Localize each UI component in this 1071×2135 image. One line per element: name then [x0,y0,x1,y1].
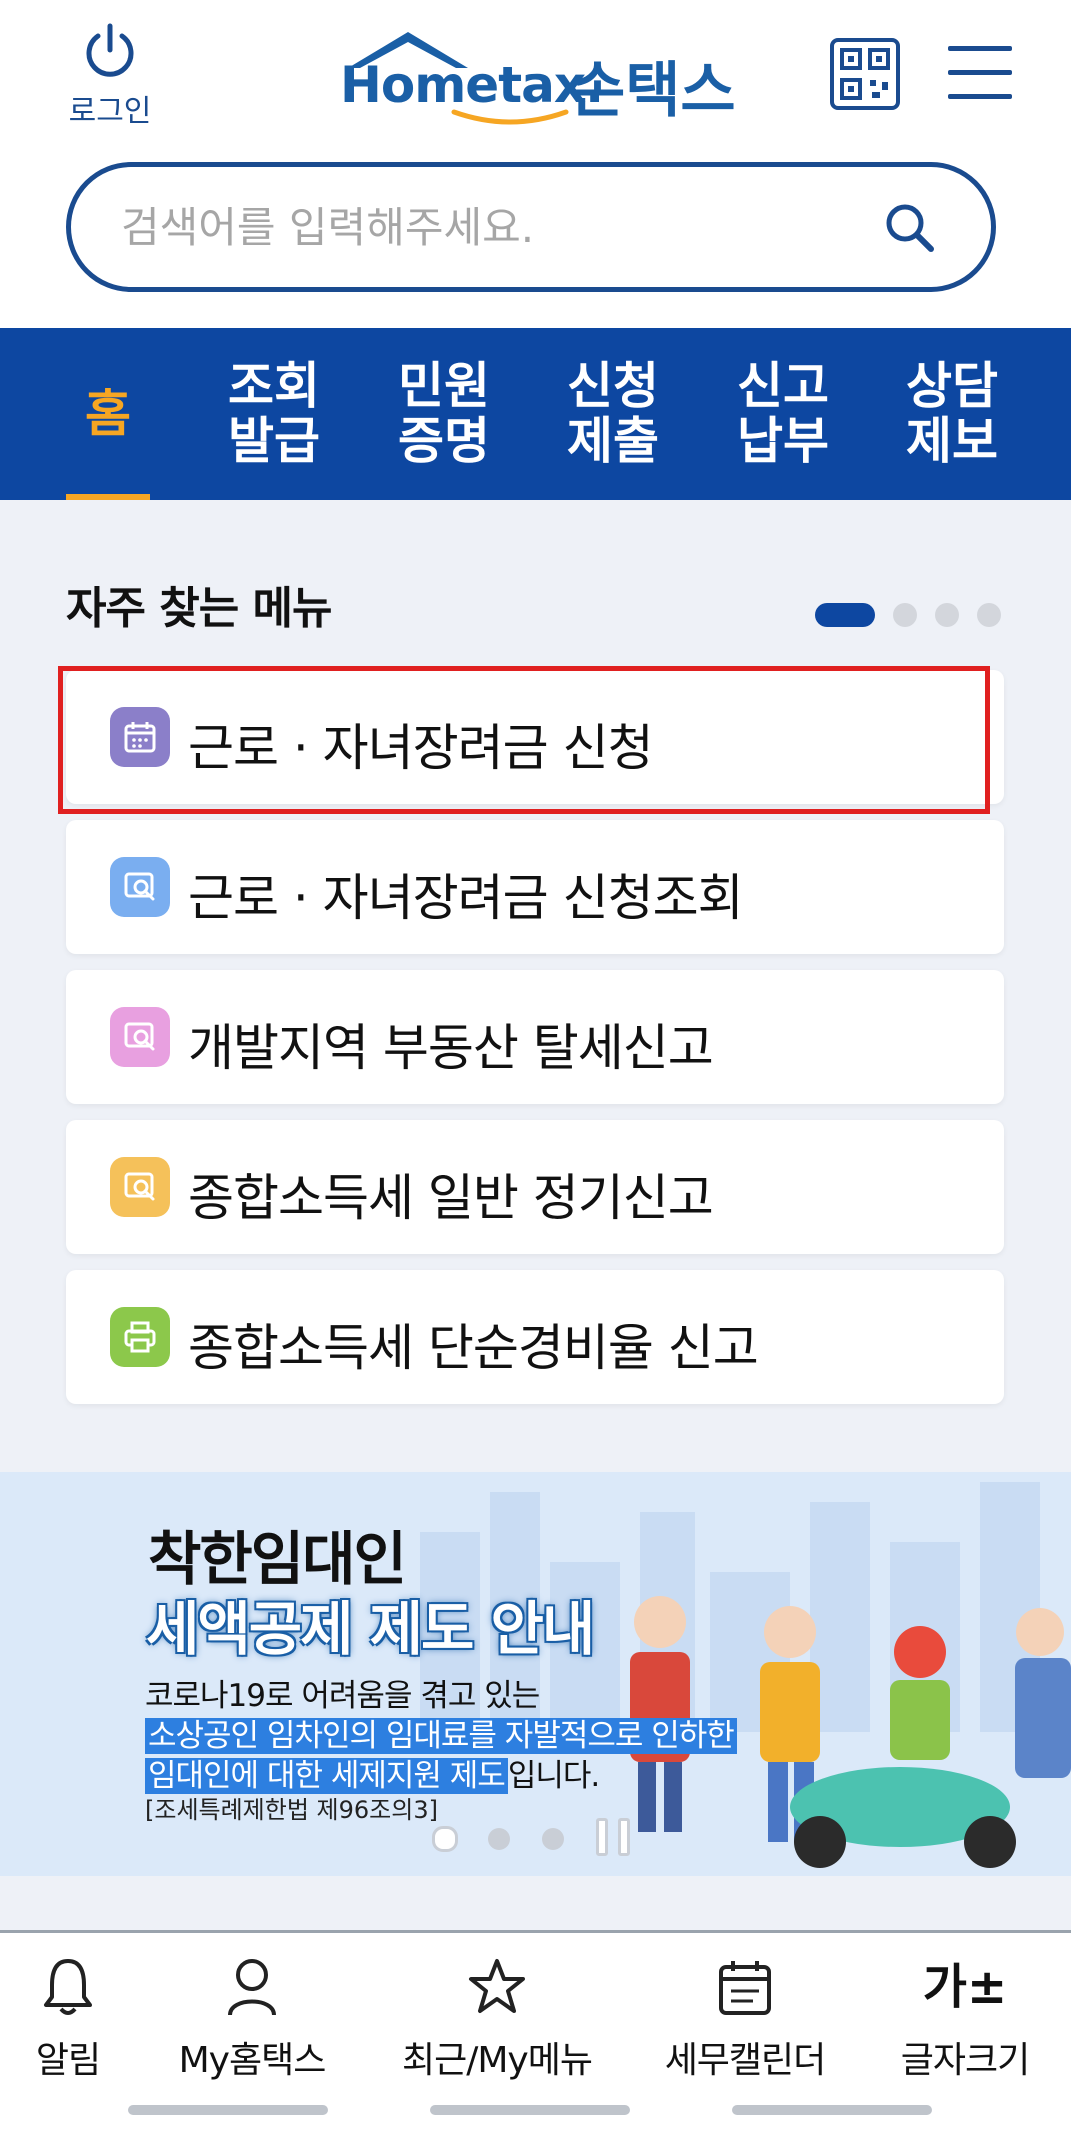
banner-text-highlight: 소상공인 임차인의 임대료를 자발적으로 인하한 [145,1718,737,1754]
nav-tab-apply-submit[interactable]: 신청 제출 [553,328,673,500]
login-button[interactable]: 로그인 [60,22,160,130]
page-dot[interactable] [893,603,917,627]
nav-tab-label: 민원 증명 [398,357,490,470]
nav-tab-label: 조회 발급 [228,357,320,470]
tab-my-hometax[interactable]: My홈택스 [162,1955,342,2083]
banner-text-line: 코로나19로 어려움을 겪고 있는 [145,1678,540,1714]
menu-item-income-tax-regular-filing[interactable]: 종합소득세 일반 정기신고 [66,1120,1004,1254]
system-nav-bar [430,2105,630,2115]
menu-item-label: 종합소득세 단순경비율 신고 [188,1319,759,1377]
menu-item-label: 근로 · 자녀장려금 신청조회 [188,869,744,927]
active-tab-indicator [66,494,150,500]
person-icon [228,1959,276,2016]
menu-item-label: 개발지역 부동산 탈세신고 [188,1019,714,1077]
main-nav: 홈 조회 발급 민원 증명 신청 제출 신고 납부 상담 제보 [0,328,1071,500]
header: 로그인 Hometax. 손택스 [0,0,1071,328]
tab-label: My홈택스 [178,2040,327,2081]
nav-tab-label: 신고 납부 [737,357,829,470]
page-dot[interactable] [935,603,959,627]
promo-banner[interactable]: 착한임대인 세액공제 제도 안내 코로나19로 어려움을 겪고 있는 소상공인 … [0,1472,1071,1876]
nav-tab-label: 신청 제출 [567,357,659,470]
nav-tab-civil-certificate[interactable]: 민원 증명 [384,328,504,500]
hamburger-menu-button[interactable] [948,42,1012,102]
pause-icon [596,1818,608,1856]
bottom-tab-bar: 알림 My홈택스 최근/My메뉴 세무캘린더 가± 글자크기 [0,1930,1071,2135]
menu-item-label: 종합소득세 일반 정기신고 [188,1169,714,1227]
search-bar [66,162,996,292]
banner-dot-active[interactable] [432,1826,458,1852]
nav-tab-label: 상담 제보 [906,357,998,470]
system-nav-bar [128,2105,328,2115]
qr-code-icon [840,48,890,100]
nav-tab-report-pay[interactable]: 신고 납부 [723,328,843,500]
search-document-icon [110,1157,170,1217]
power-icon [86,23,134,77]
logo-english: Hometax. [340,56,604,114]
menu-item-real-estate-tax-evasion-report[interactable]: 개발지역 부동산 탈세신고 [66,970,1004,1104]
search-document-icon [110,1007,170,1067]
nav-tab-label: 홈 [85,384,131,443]
font-size-icon: 가± [922,1959,1008,2015]
logo-korean: 손택스 [570,56,736,126]
highlight-box [58,666,990,814]
page-dot-active[interactable] [815,603,875,627]
bell-icon [44,1959,92,2015]
search-document-icon [110,857,170,917]
banner-text-highlight: 임대인에 대한 세제지원 제도 [145,1758,508,1794]
hamburger-line [948,94,1012,99]
tab-recent-my-menu[interactable]: 최근/My메뉴 [392,1955,602,2083]
tab-font-size[interactable]: 가± 글자크기 [880,1955,1050,2083]
tab-notifications[interactable]: 알림 [18,1955,118,2083]
nav-tab-home[interactable]: 홈 [60,328,156,500]
search-icon[interactable] [881,199,939,257]
calendar-icon [719,1961,771,2015]
hamburger-line [948,46,1012,51]
menu-item-earned-income-credit-inquiry[interactable]: 근로 · 자녀장려금 신청조회 [66,820,1004,954]
printer-icon [110,1307,170,1367]
system-nav-bar [732,2105,932,2115]
star-icon [469,1959,525,2013]
hometax-logo[interactable]: Hometax. 손택스 [330,28,740,128]
logo-smile-icon [451,109,569,125]
nav-tab-inquiry-issue[interactable]: 조회 발급 [214,328,334,500]
tab-label: 알림 [35,2040,101,2081]
search-input[interactable] [121,199,881,255]
tab-label: 세무캘린더 [664,2040,827,2081]
hamburger-line [948,70,1012,75]
pause-icon [618,1818,630,1856]
banner-dot[interactable] [488,1828,510,1850]
banner-subtitle: 세액공제 제도 안내 [146,1595,595,1663]
banner-law-reference: [조세특례제한법 제96조의3] [145,1796,438,1824]
banner-text-rest: 입니다. [507,1758,600,1794]
tab-label: 최근/My메뉴 [402,2040,593,2081]
page-dot[interactable] [977,603,1001,627]
nav-tab-consult-report[interactable]: 상담 제보 [892,328,1012,500]
menu-item-income-tax-simple-expense-filing[interactable]: 종합소득세 단순경비율 신고 [66,1270,1004,1404]
login-label: 로그인 [68,94,152,129]
tab-label: 글자크기 [900,2040,1030,2081]
qr-code-button[interactable] [830,38,900,110]
frequent-menu-title: 자주 찾는 메뉴 [66,583,333,634]
banner-dot[interactable] [542,1828,564,1850]
tab-tax-calendar[interactable]: 세무캘린더 [650,1955,840,2083]
banner-pause-button[interactable] [596,1818,636,1856]
